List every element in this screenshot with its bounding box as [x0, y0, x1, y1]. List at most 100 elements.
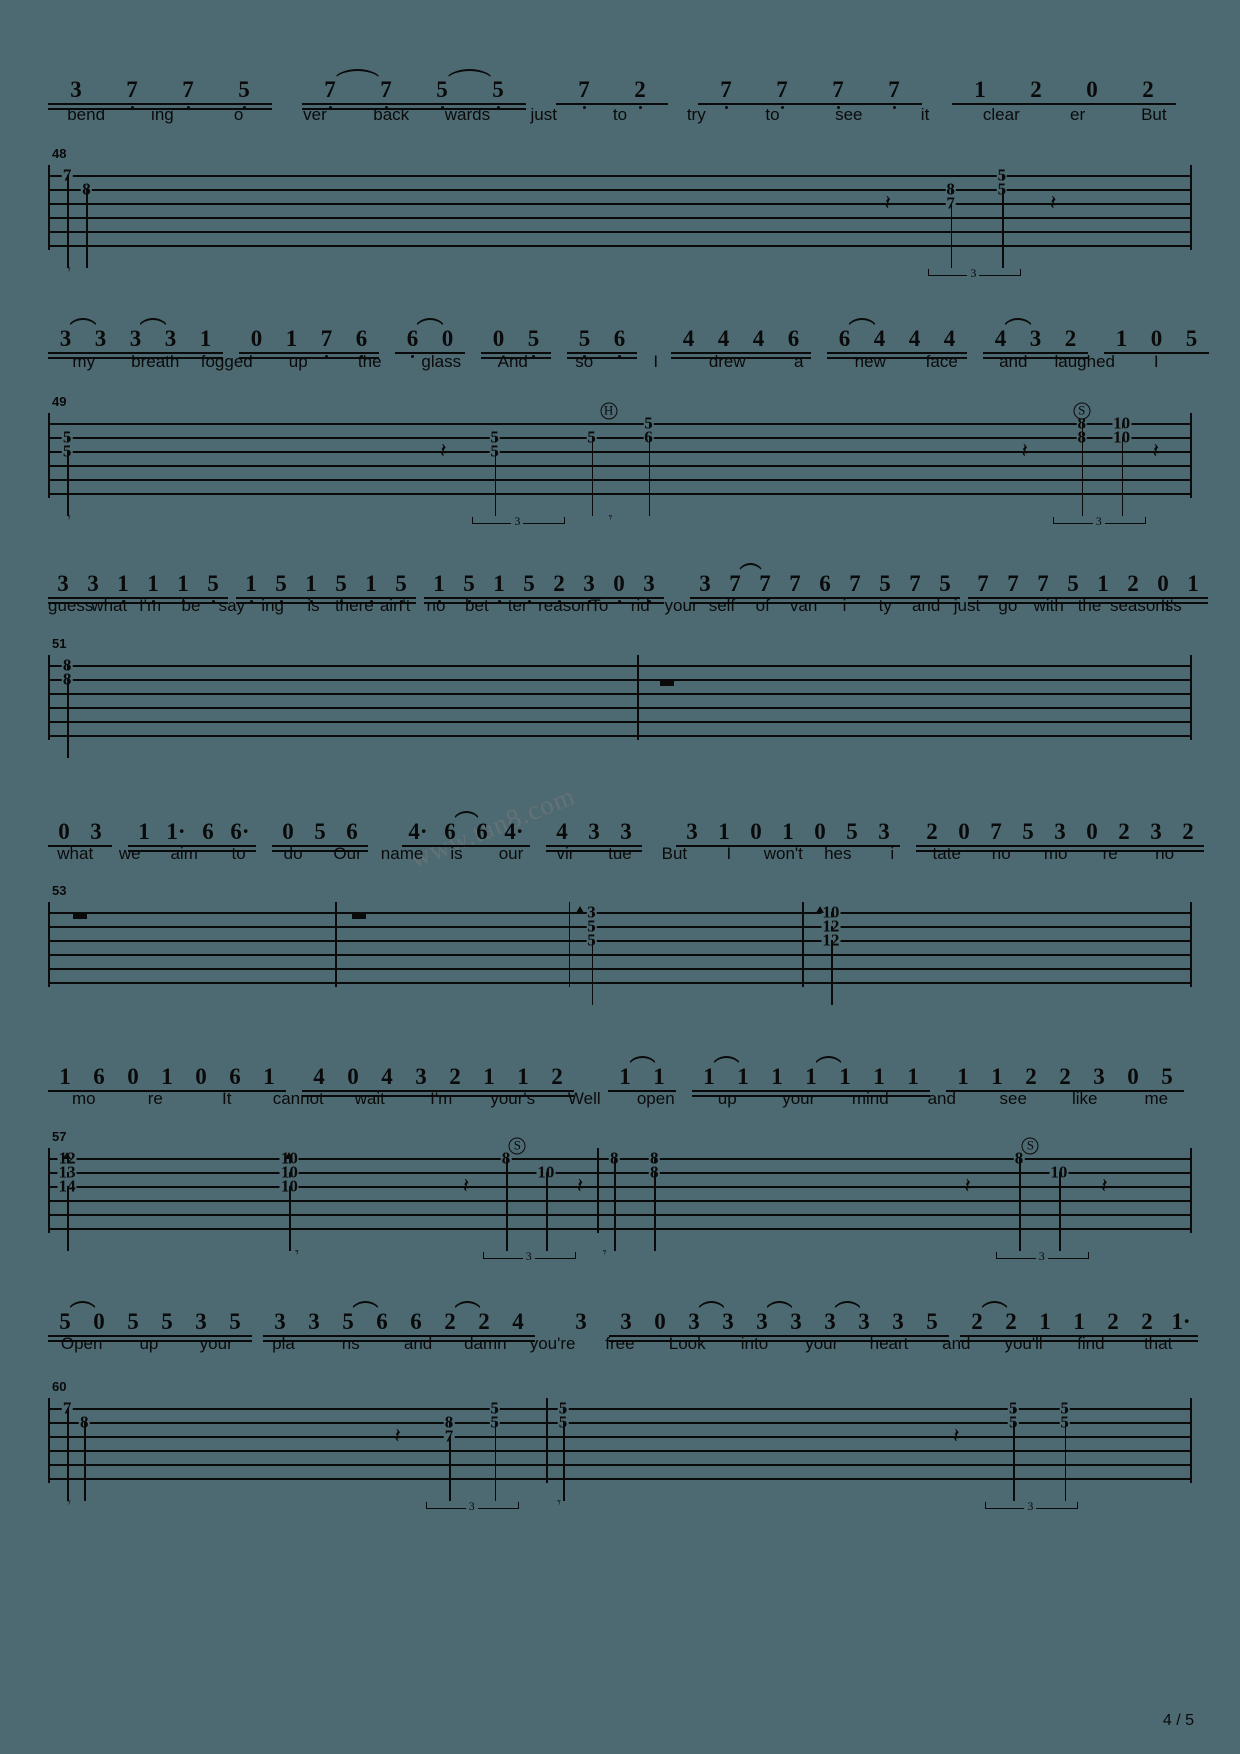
jianpu-note: 7 — [1028, 572, 1058, 596]
lyric-syllable: mo — [71, 1089, 96, 1108]
jianpu-slur — [846, 318, 878, 331]
jianpu-note-value: 6 — [819, 571, 831, 596]
tab-whole-rest — [659, 680, 674, 686]
jianpu-note: 0 — [804, 820, 836, 844]
lyric-syllable: back — [373, 105, 410, 124]
jianpu-note-value: 4 — [682, 326, 695, 351]
lyric-syllable: tue — [608, 844, 632, 863]
jianpu-beam-group: 3 7 7 5 — [48, 77, 272, 110]
jianpu-beam-group: 3101053 — [676, 819, 900, 847]
jianpu-note: 7 — [968, 572, 998, 596]
triplet-number: 3 — [511, 514, 524, 529]
tab-string-line — [50, 479, 1190, 481]
jianpu-note-value: 6· — [230, 819, 250, 844]
tab-barline — [637, 655, 639, 740]
lyric-syllable: i — [890, 844, 895, 863]
jianpu-note-value: 7 — [182, 77, 194, 102]
jianpu-note: 3 — [80, 820, 112, 844]
jianpu-note-value: 1 — [483, 1064, 495, 1089]
jianpu-note: 4 — [546, 820, 578, 844]
jianpu-note-value: 1 — [263, 1064, 275, 1089]
jianpu-note: 1 — [708, 820, 740, 844]
jianpu-note-value: 0 — [654, 1309, 666, 1334]
jianpu-note-value: 1 — [991, 1064, 1003, 1089]
jianpu-note-value: 7 — [977, 571, 989, 596]
lyric-syllable: with — [1033, 596, 1064, 615]
jianpu-beam-group: 7755 — [302, 69, 526, 110]
jianpu-note: 1 — [252, 1065, 286, 1089]
jianpu-note: 6 — [602, 327, 637, 358]
jianpu-note: 0 — [336, 1065, 370, 1089]
jianpu-note: 7 — [698, 78, 754, 109]
tab-string-line — [50, 465, 1190, 467]
jianpu-system-f: 5 0 5 5 3 5 3 3 5 6 6 2 2 4 3 3 0 3 3 3 3 3 3 3 5 2 2 1 1 2 2 1· — [48, 1288, 1198, 1342]
tab-barline — [335, 902, 337, 987]
jianpu-note-value: 1 — [365, 571, 377, 596]
triplet-number: 3 — [967, 266, 980, 281]
jianpu-beam-group: 151515 — [236, 571, 416, 604]
jianpu-note: 1 — [236, 572, 266, 603]
tab-string-line — [50, 1408, 1190, 1410]
lyric-syllable: hes — [824, 844, 852, 863]
jianpu-note: 2 — [1014, 1065, 1048, 1089]
up-arrow-icon — [576, 906, 585, 913]
jianpu-note-value: 2 — [1182, 819, 1194, 844]
jianpu-note-value: 5 — [1185, 326, 1198, 351]
jianpu-slur — [695, 1301, 727, 1314]
tab-staff: 495555556810108𝄽𝄽𝄽33HS𝄾𝄾 — [48, 394, 1192, 529]
jianpu-note-value: 7 — [789, 571, 801, 596]
jianpu-note-value: 7 — [320, 326, 333, 351]
lyric-syllable: wards — [444, 105, 491, 124]
lyric-syllable: wait — [354, 1089, 385, 1108]
legato-mark: 𝄾 — [67, 1496, 71, 1511]
tab-system-60: 60788755555555𝄽𝄽33𝄾𝄾 — [48, 1379, 1192, 1514]
jianpu-note-value: 5 — [846, 819, 858, 844]
tab-string-line — [50, 493, 1190, 495]
lyric-syllable: guess — [48, 596, 94, 615]
tab-string-line — [50, 707, 1190, 709]
lyric-syllable: is — [307, 596, 320, 615]
jianpu-note: 6 — [82, 1065, 116, 1089]
jianpu-slur — [1002, 318, 1034, 331]
tab-note-stem — [289, 1186, 292, 1251]
jianpu-note: 0 — [604, 571, 634, 603]
jianpu-note: 1 — [896, 1065, 930, 1089]
jianpu-note: 0 — [481, 327, 516, 351]
jianpu-note: 1 — [274, 327, 309, 351]
lyric-line-e: mo re It cannot wait I'm your's Well open up your m… — [48, 1089, 1192, 1109]
jianpu-note-value: 3 — [583, 571, 595, 596]
jianpu-note-value: 5 — [1161, 1064, 1173, 1089]
lyric-syllable: reason — [538, 596, 591, 615]
tab-string-line — [50, 940, 1190, 942]
tab-note-stem — [654, 1172, 656, 1251]
jianpu-note: 4 — [741, 327, 776, 351]
lyric-syllable: your — [782, 1089, 816, 1108]
jianpu-note: 4 — [370, 1065, 404, 1089]
lyric-syllable: to — [765, 105, 780, 124]
jianpu-beam-group: 1 1· 6 6· — [128, 819, 256, 852]
jianpu-beam-group: 1122305 — [946, 1064, 1184, 1092]
jianpu-note-value: 5 — [229, 1309, 241, 1334]
jianpu-beam-group: 377767575 — [690, 563, 960, 604]
lyric-syllable: er — [1070, 105, 1086, 124]
up-arrow-icon — [63, 1152, 72, 1159]
tab-rest: 𝄽 — [1152, 438, 1160, 463]
jianpu-note: 2 — [1118, 572, 1148, 596]
jianpu-note: 6 — [336, 820, 368, 844]
jianpu-note-value: 0 — [613, 571, 625, 596]
tab-note-stem — [950, 203, 953, 268]
lyric-syllable: drew — [708, 352, 746, 371]
lyric-syllable: what — [57, 844, 94, 863]
up-arrow-icon — [815, 906, 824, 913]
lyric-syllable: into — [740, 1334, 769, 1353]
tab-note-stem — [1058, 1172, 1061, 1251]
jianpu-note: 3 — [1082, 1065, 1116, 1089]
jianpu-note-value: 1 — [285, 326, 298, 351]
lyric-syllable: vir — [556, 844, 575, 863]
tab-string-line — [50, 451, 1190, 453]
tab-string-line — [50, 189, 1190, 191]
jianpu-note: 0 — [1139, 327, 1174, 351]
jianpu-note-value: 5 — [238, 77, 250, 102]
lyric-syllable: name — [380, 844, 424, 863]
jianpu-note-value: 5 — [275, 571, 287, 596]
